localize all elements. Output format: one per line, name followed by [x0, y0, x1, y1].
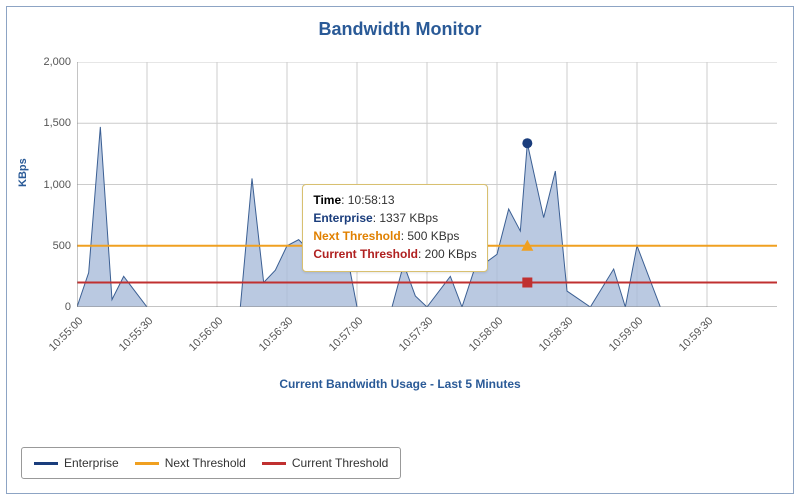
x-tick-label: 10:59:00: [607, 315, 646, 354]
legend-item-next-threshold[interactable]: Next Threshold: [135, 456, 246, 470]
y-axis-label: KBps: [17, 158, 29, 187]
plot-area[interactable]: 05001,0001,5002,000 10:55:0010:55:3010:5…: [77, 62, 777, 307]
x-axis-label: Current Bandwidth Usage - Last 5 Minutes: [7, 377, 793, 391]
x-tick-label: 10:57:00: [327, 315, 366, 354]
tooltip-current-label: Current Threshold: [313, 247, 418, 261]
y-tick-label: 0: [31, 301, 71, 313]
legend-label: Enterprise: [64, 456, 119, 470]
legend-label: Next Threshold: [165, 456, 246, 470]
legend-label: Current Threshold: [292, 456, 389, 470]
y-tick-label: 500: [31, 240, 71, 252]
tooltip-time-value: 10:58:13: [348, 193, 395, 207]
tooltip-next-value: 500 KBps: [407, 229, 459, 243]
tooltip-time-label: Time: [313, 193, 341, 207]
x-tick-label: 10:58:30: [537, 315, 576, 354]
y-tick-label: 2,000: [31, 56, 71, 68]
chart-frame: Bandwidth Monitor KBps Current Bandwidth…: [6, 6, 794, 494]
legend-item-current-threshold[interactable]: Current Threshold: [262, 456, 389, 470]
x-tick-label: 10:57:30: [397, 315, 436, 354]
x-tick-label: 10:56:00: [187, 315, 226, 354]
x-tick-label: 10:58:00: [467, 315, 506, 354]
legend-item-enterprise[interactable]: Enterprise: [34, 456, 119, 470]
tooltip: Time: 10:58:13 Enterprise: 1337 KBps Nex…: [302, 184, 487, 272]
x-tick-label: 10:55:00: [47, 315, 86, 354]
line-swatch-icon: [135, 462, 159, 465]
chart-title: Bandwidth Monitor: [7, 19, 793, 40]
x-tick-label: 10:55:30: [117, 315, 156, 354]
x-tick-label: 10:56:30: [257, 315, 296, 354]
tooltip-enterprise-value: 1337 KBps: [379, 211, 438, 225]
y-tick-label: 1,500: [31, 117, 71, 129]
line-swatch-icon: [34, 462, 58, 465]
legend: Enterprise Next Threshold Current Thresh…: [21, 447, 401, 479]
x-tick-label: 10:59:30: [677, 315, 716, 354]
tooltip-enterprise-label: Enterprise: [313, 211, 372, 225]
tooltip-next-label: Next Threshold: [313, 229, 400, 243]
tooltip-current-value: 200 KBps: [425, 247, 477, 261]
y-tick-label: 1,000: [31, 179, 71, 191]
line-swatch-icon: [262, 462, 286, 465]
